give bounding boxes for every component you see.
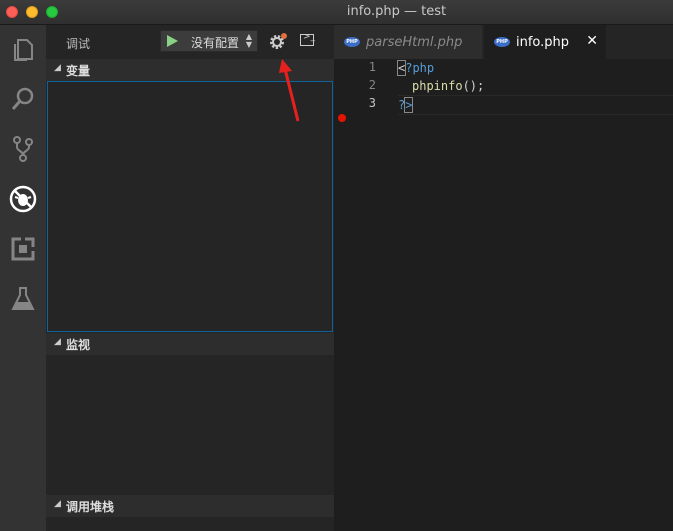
debug-toolbar: 调试 没有配置 ▲ ▼ >_: [46, 25, 334, 59]
code-token: ();: [462, 79, 485, 93]
watch-section-header[interactable]: ◢ 监视: [46, 333, 334, 355]
start-debugging-button[interactable]: [165, 34, 179, 48]
call-stack-section-header[interactable]: ◢ 调用堆栈: [46, 495, 334, 517]
code-token: phpinfo: [412, 79, 463, 93]
code-line-current: ?>: [398, 95, 673, 115]
code-line: <?php: [396, 59, 673, 77]
collapse-triangle-icon: ◢: [54, 499, 61, 509]
tab-label: parseHtml.php: [366, 34, 463, 50]
debug-config-label: 没有配置: [191, 36, 240, 50]
search-icon[interactable]: [7, 83, 39, 115]
chevron-up-down-icon: ▲ ▼: [245, 32, 252, 49]
code-token: >: [404, 97, 414, 113]
line-gutter[interactable]: 1 2 3: [334, 59, 396, 531]
code-token: ?php: [405, 61, 435, 75]
debug-sidebar: 调试 没有配置 ▲ ▼ >_ ◢ 变量 ◢ 监视 ◢ 调用堆栈: [46, 25, 334, 531]
terminal-icon: >_: [303, 32, 316, 42]
editor-area: PHP parseHtml.php PHP info.php ✕ 1 2 3 <…: [334, 25, 673, 531]
close-icon[interactable]: ✕: [586, 33, 598, 49]
tab-info[interactable]: PHP info.php ✕: [484, 25, 606, 59]
watch-label: 监视: [66, 338, 91, 352]
php-file-icon: PHP: [344, 37, 360, 47]
debug-icon[interactable]: [7, 183, 39, 215]
line-number: 1: [368, 60, 376, 74]
window-title: info.php — test: [346, 4, 447, 19]
debug-config-select[interactable]: 没有配置 ▲ ▼: [160, 30, 258, 52]
php-file-icon: PHP: [494, 37, 510, 47]
debug-console-button[interactable]: >_: [300, 32, 316, 46]
configure-warning-badge: [281, 33, 287, 39]
line-number: 3: [368, 96, 376, 110]
title-bar: info.php — test: [0, 0, 673, 25]
flask-icon[interactable]: [7, 283, 39, 315]
line-number: 2: [368, 78, 376, 92]
annotation-arrow: [279, 59, 300, 122]
collapse-triangle-icon: ◢: [54, 337, 61, 347]
editor-tabs: PHP parseHtml.php PHP info.php ✕: [334, 25, 673, 59]
extensions-icon[interactable]: [7, 233, 39, 265]
collapse-triangle-icon: ◢: [54, 63, 61, 73]
explorer-icon[interactable]: [7, 33, 39, 65]
call-stack-label: 调用堆栈: [66, 500, 115, 514]
code-line: phpinfo();: [398, 77, 673, 95]
tab-parsehtml[interactable]: PHP parseHtml.php: [334, 25, 482, 59]
tab-label: info.php: [516, 34, 570, 50]
debug-title: 调试: [66, 37, 91, 51]
breakpoint-icon[interactable]: [338, 114, 346, 122]
source-control-icon[interactable]: [7, 133, 39, 165]
variables-label: 变量: [66, 64, 91, 78]
activity-bar: [0, 25, 46, 531]
